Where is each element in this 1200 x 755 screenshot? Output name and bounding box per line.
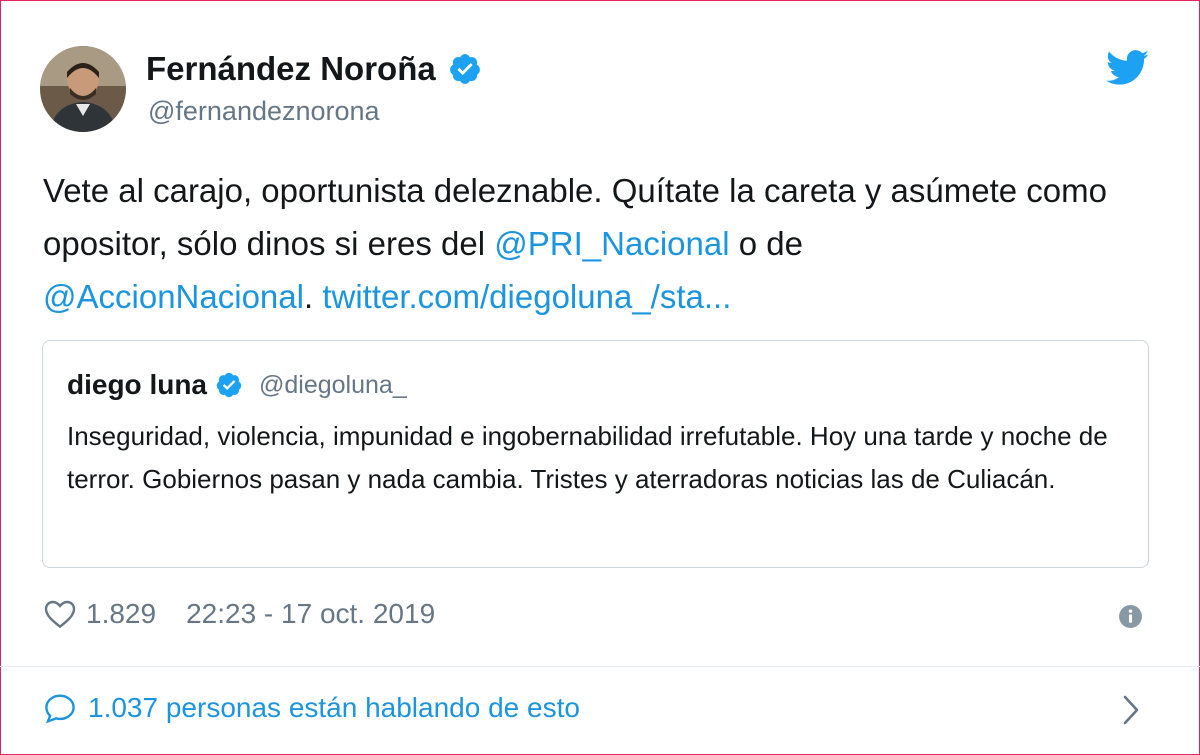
divider: [0, 666, 1200, 667]
mention-link-accion-nacional[interactable]: @AccionNacional: [43, 278, 304, 315]
verified-badge-icon: [216, 372, 242, 398]
speech-bubble-icon: [45, 694, 75, 723]
tweet-text-part: o de: [729, 225, 803, 262]
chevron-right-icon[interactable]: [1121, 694, 1141, 726]
author-handle[interactable]: @fernandeznorona: [148, 96, 380, 127]
heart-icon[interactable]: [44, 599, 76, 629]
timestamp[interactable]: 22:23 - 17 oct. 2019: [186, 598, 435, 630]
quoted-tweet-text: Inseguridad, violencia, impunidad e ingo…: [67, 421, 1108, 494]
twitter-bird-icon[interactable]: [1106, 50, 1150, 86]
quoted-author-handle: @diegoluna_: [259, 370, 407, 399]
quoted-tweet-url-link[interactable]: twitter.com/diegoluna_/sta...: [322, 278, 731, 315]
quoted-tweet-card[interactable]: diego luna @diegoluna_ Inseguridad, viol…: [42, 340, 1149, 568]
author-name[interactable]: Fernández Noroña: [146, 50, 482, 88]
conversation-label[interactable]: 1.037 personas están hablando de esto: [88, 692, 580, 724]
mention-link-pri[interactable]: @PRI_Nacional: [494, 225, 729, 262]
tweet-text: Vete al carajo, oportunista deleznable. …: [43, 164, 1163, 323]
author-name-text[interactable]: Fernández Noroña: [146, 50, 436, 88]
tweet-text-part: .: [303, 278, 323, 315]
info-icon[interactable]: [1118, 604, 1143, 629]
quoted-author: diego luna @diegoluna_: [67, 369, 407, 401]
author-avatar[interactable]: [40, 46, 126, 132]
verified-badge-icon: [449, 54, 480, 84]
conversation-link[interactable]: 1.037 personas están hablando de esto: [44, 692, 580, 724]
quoted-author-name: diego luna: [67, 369, 207, 400]
like-count[interactable]: 1.829: [86, 598, 156, 630]
tweet-meta: 1.829 22:23 - 17 oct. 2019: [44, 598, 435, 630]
